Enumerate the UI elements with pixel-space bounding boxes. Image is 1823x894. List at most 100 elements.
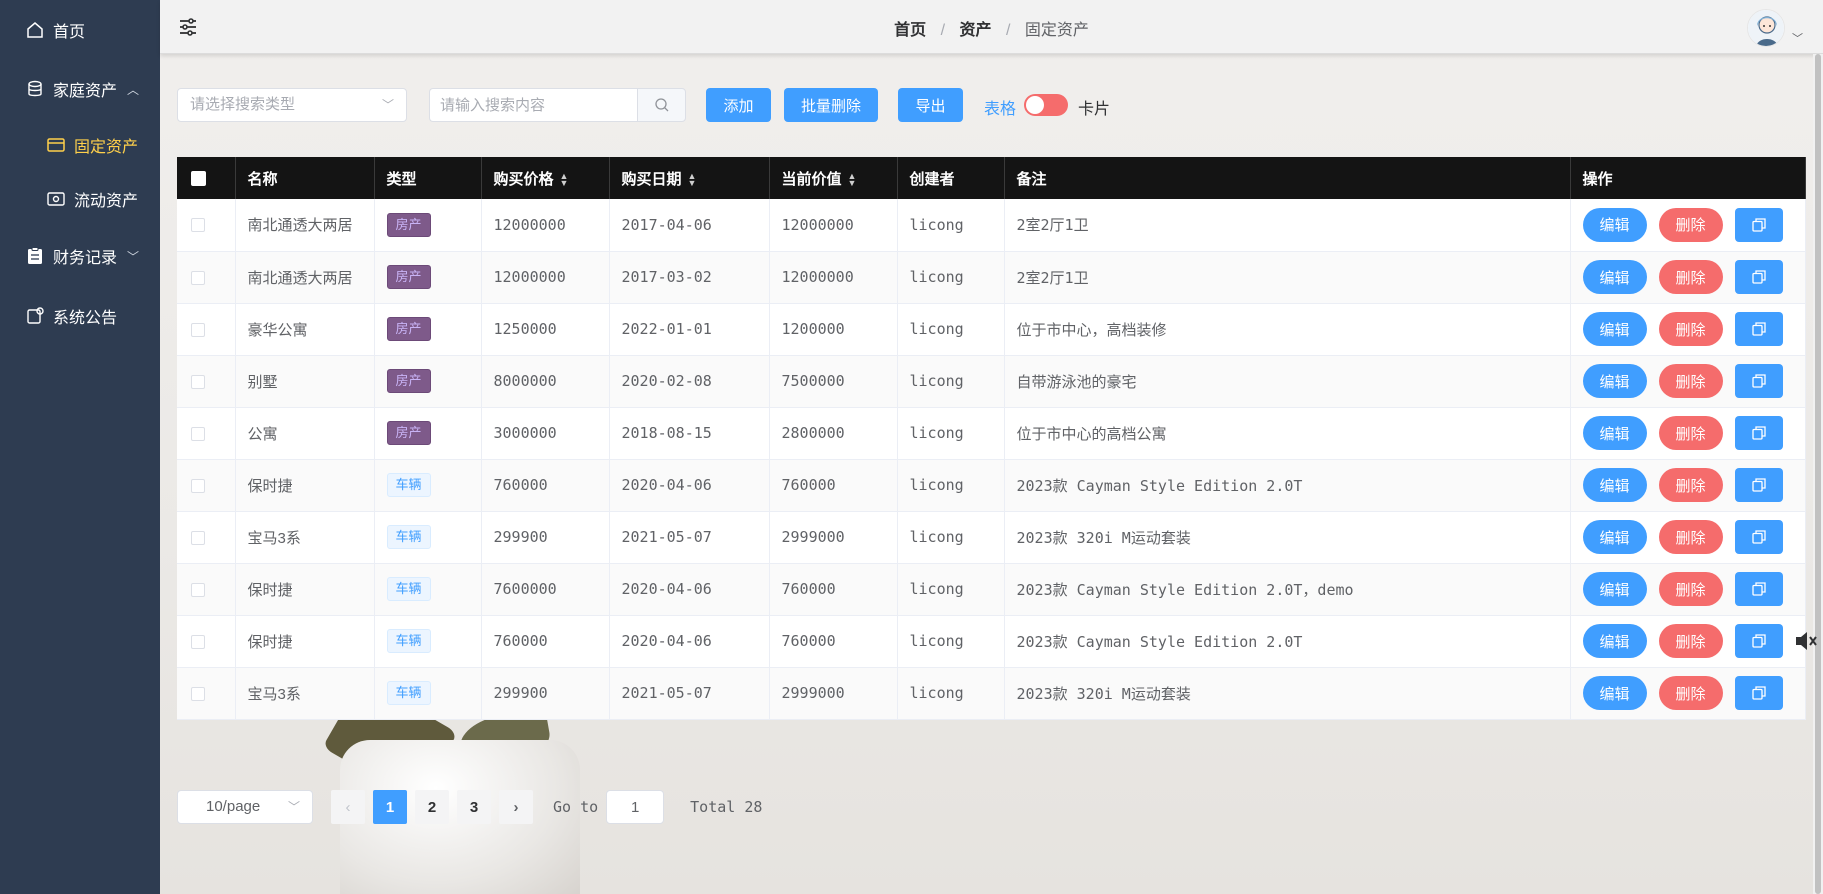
row-checkbox[interactable]	[191, 218, 205, 233]
delete-button[interactable]: 删除	[1658, 676, 1723, 710]
copy-button[interactable]	[1734, 207, 1783, 242]
sidebar-item-fixed-assets[interactable]: 固定资产	[0, 118, 160, 172]
breadcrumb-separator: /	[940, 22, 946, 39]
delete-button[interactable]: 删除	[1658, 624, 1723, 658]
view-table-label[interactable]: 表格	[984, 95, 1016, 119]
page-button[interactable]: 3	[457, 790, 491, 824]
type-tag: 车辆	[386, 577, 431, 601]
row-checkbox[interactable]	[191, 374, 205, 389]
sort-icon[interactable]: ▲ ▼	[560, 171, 569, 187]
sort-icon[interactable]: ▲ ▼	[848, 171, 857, 187]
column-header-price[interactable]: 购买价格 ▲ ▼	[481, 157, 610, 199]
search-type-select[interactable]: 请选择搜索类型 ﹀	[177, 88, 407, 122]
column-header-date[interactable]: 购买日期 ▲ ▼	[609, 157, 770, 199]
avatar[interactable]	[1747, 9, 1785, 47]
row-checkbox[interactable]	[191, 530, 205, 545]
cell-type: 房产	[374, 355, 482, 407]
edit-button[interactable]: 编辑	[1582, 468, 1647, 502]
copy-button[interactable]	[1734, 624, 1783, 658]
row-checkbox[interactable]	[191, 582, 205, 597]
copy-button[interactable]	[1734, 676, 1783, 710]
cell-date: 2021-05-07	[609, 511, 770, 563]
row-checkbox[interactable]	[191, 322, 205, 337]
sidebar-item-family-assets[interactable]: 家庭资产 ︿	[0, 60, 160, 118]
row-checkbox[interactable]	[191, 478, 205, 493]
edit-button[interactable]: 编辑	[1582, 416, 1647, 450]
edit-button[interactable]: 编辑	[1582, 207, 1647, 242]
edit-button[interactable]: 编辑	[1582, 260, 1647, 294]
copy-icon	[1751, 582, 1766, 596]
edit-button[interactable]: 编辑	[1582, 312, 1647, 346]
sidebar-item-finance-records[interactable]: 财务记录 ﹀	[0, 226, 160, 286]
speaker-icon[interactable]	[1793, 628, 1819, 654]
view-card-label[interactable]: 卡片	[1078, 95, 1110, 119]
copy-button[interactable]	[1734, 312, 1783, 346]
cell-creator: licong	[897, 251, 1005, 303]
export-button[interactable]: 导出	[898, 88, 963, 122]
delete-button[interactable]: 删除	[1658, 468, 1723, 502]
sort-icon[interactable]: ▲ ▼	[688, 171, 697, 187]
search-button[interactable]	[637, 88, 686, 122]
edit-button[interactable]: 编辑	[1582, 624, 1647, 658]
prev-page-button[interactable]: ‹	[331, 790, 365, 824]
delete-button[interactable]: 删除	[1658, 364, 1723, 398]
row-select-cell	[177, 199, 236, 251]
page-button[interactable]: 1	[373, 790, 407, 824]
cell-name: 宝马3系	[235, 667, 375, 719]
copy-button[interactable]	[1734, 468, 1783, 502]
cell-price: 1250000	[481, 303, 610, 355]
copy-button[interactable]	[1734, 364, 1783, 398]
cell-actions: 编辑 删除	[1570, 667, 1806, 719]
delete-button[interactable]: 删除	[1658, 520, 1723, 554]
sidebar-item-home[interactable]: 首页	[0, 0, 160, 60]
delete-button[interactable]: 删除	[1658, 416, 1723, 450]
copy-button[interactable]	[1734, 572, 1783, 606]
delete-button[interactable]: 删除	[1658, 312, 1723, 346]
cell-name: 南北通透大两居	[235, 199, 375, 251]
add-button[interactable]: 添加	[706, 88, 771, 122]
edit-button[interactable]: 编辑	[1582, 520, 1647, 554]
copy-icon	[1751, 322, 1766, 336]
search-input[interactable]	[429, 88, 637, 122]
cell-actions: 编辑 删除	[1570, 511, 1806, 563]
cell-type: 房产	[374, 303, 482, 355]
copy-button[interactable]	[1734, 260, 1783, 294]
delete-button[interactable]: 删除	[1658, 260, 1723, 294]
copy-button[interactable]	[1734, 416, 1783, 450]
avatar-dropdown-icon[interactable]: ﹀	[1792, 30, 1803, 46]
row-checkbox[interactable]	[191, 270, 205, 285]
cell-note: 位于市中心的高档公寓	[1004, 407, 1571, 459]
page-button[interactable]: 2	[415, 790, 449, 824]
sidebar-item-liquid-assets[interactable]: 流动资产	[0, 172, 160, 226]
page-scrollbar[interactable]	[1813, 54, 1823, 894]
sidebar-item-notices[interactable]: 系统公告	[0, 286, 160, 346]
row-checkbox[interactable]	[191, 426, 205, 441]
batch-delete-button[interactable]: 批量删除	[784, 88, 878, 122]
sidebar-item-label: 首页	[53, 24, 86, 41]
delete-button[interactable]: 删除	[1658, 207, 1723, 242]
column-header-value[interactable]: 当前价值 ▲ ▼	[769, 157, 898, 199]
copy-icon	[1751, 634, 1766, 648]
copy-icon	[1751, 478, 1766, 492]
row-checkbox[interactable]	[191, 634, 205, 649]
chevron-down-icon: ﹀	[127, 249, 140, 264]
cell-creator: licong	[897, 615, 1005, 667]
row-checkbox[interactable]	[191, 686, 205, 701]
cell-value: 760000	[769, 615, 898, 667]
page-size-select[interactable]: 10/page ﹀	[177, 790, 313, 824]
next-page-button[interactable]: ›	[499, 790, 533, 824]
total-count: Total 28	[690, 798, 763, 816]
breadcrumb-assets[interactable]: 资产	[959, 16, 991, 40]
goto-page-input[interactable]	[606, 790, 665, 824]
edit-button[interactable]: 编辑	[1582, 364, 1647, 398]
breadcrumb-home[interactable]: 首页	[894, 16, 926, 40]
select-all-checkbox[interactable]	[191, 171, 206, 187]
view-mode-toggle[interactable]	[1024, 94, 1068, 116]
copy-button[interactable]	[1734, 520, 1783, 554]
cell-date: 2020-04-06	[609, 459, 770, 511]
cell-type: 车辆	[374, 667, 482, 719]
edit-button[interactable]: 编辑	[1582, 572, 1647, 606]
edit-button[interactable]: 编辑	[1582, 676, 1647, 710]
delete-button[interactable]: 删除	[1658, 572, 1723, 606]
cell-date: 2020-04-06	[609, 563, 770, 615]
